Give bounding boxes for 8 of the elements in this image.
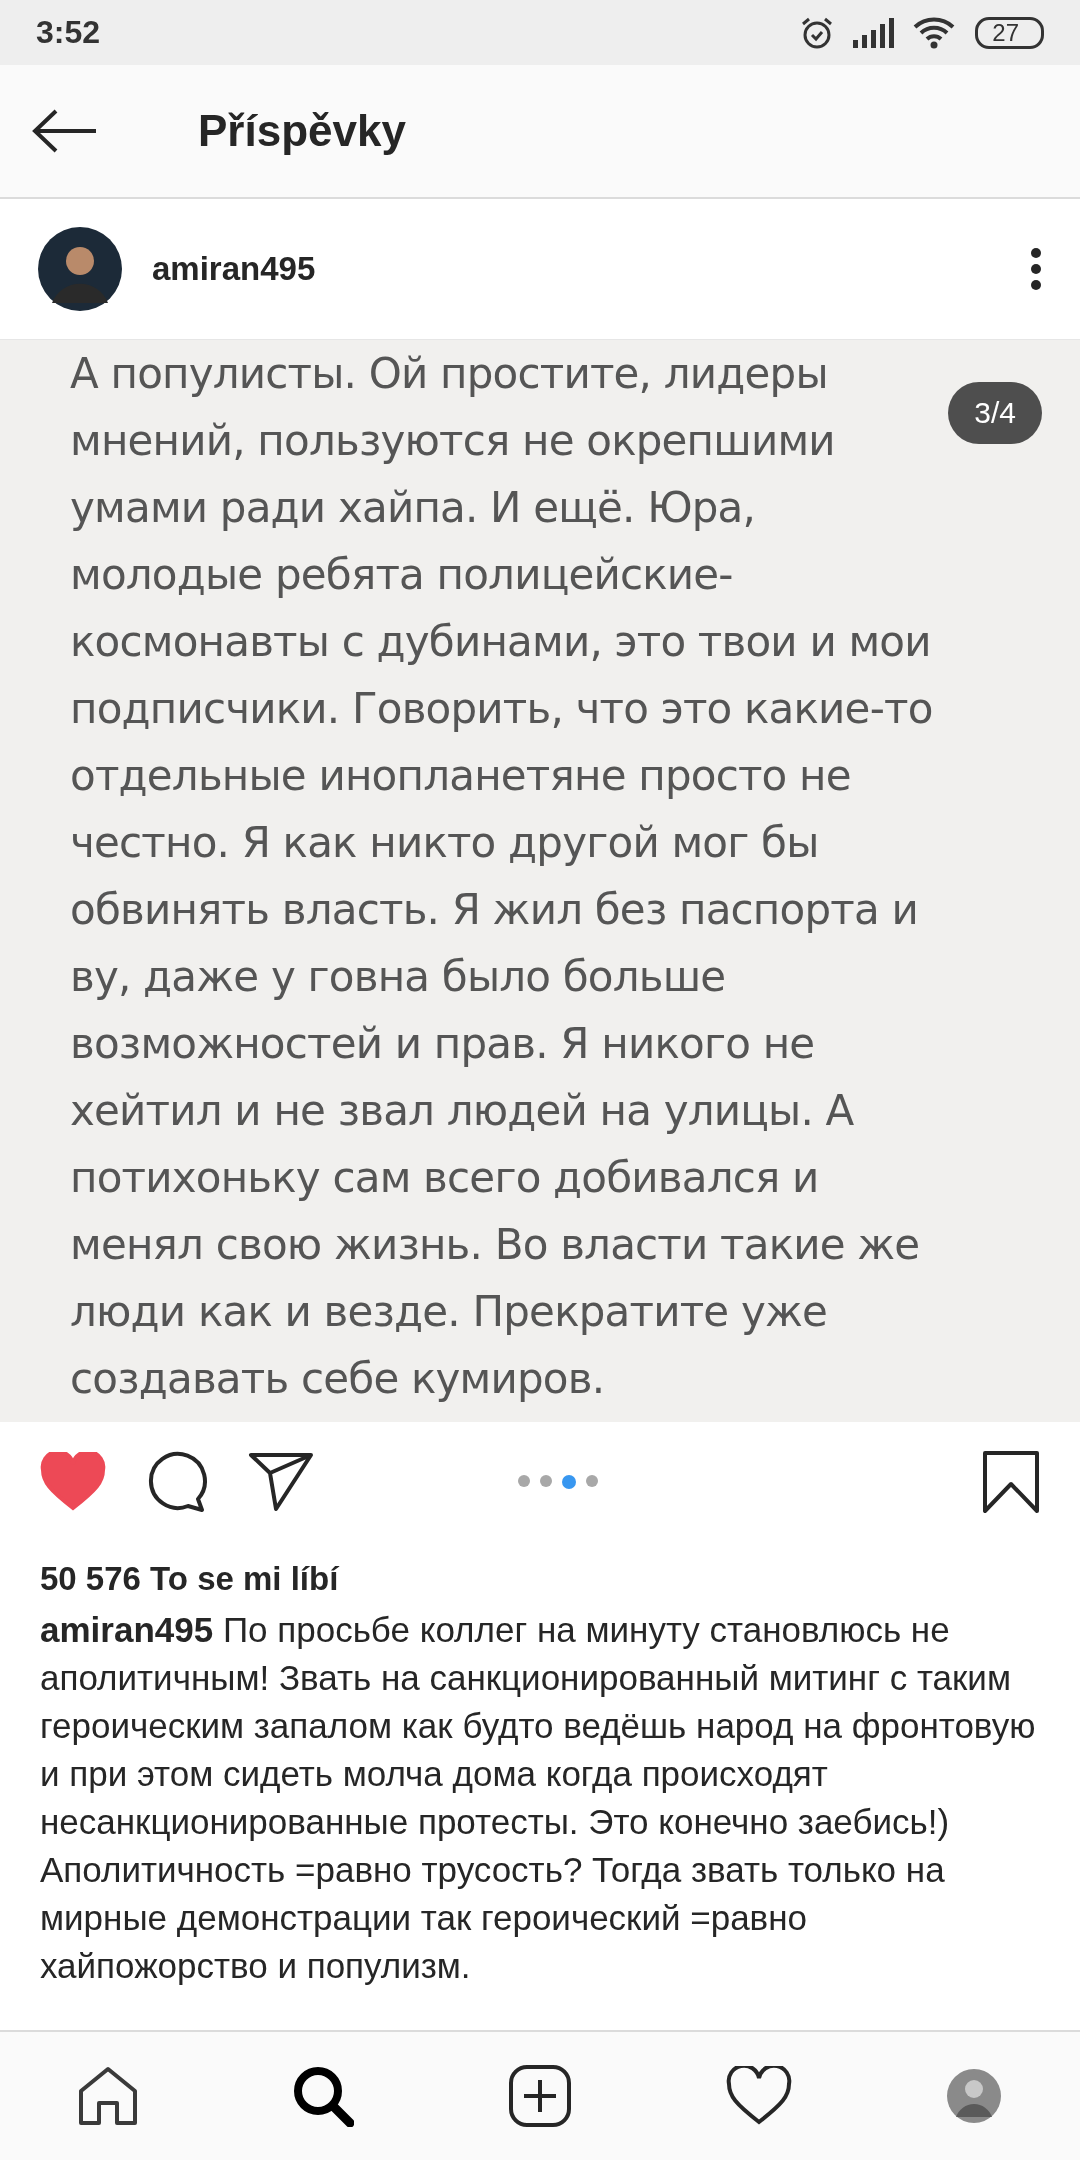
page-title: Příspěvky xyxy=(198,106,406,156)
post-caption: amiran495 По просьбе коллег на минуту становлюсь не аполитичным! Звать на санкционированный митинг с таким героическим запалом как будто ведёшь народ на фронтовую и при этом сидеть молча дома когда происходят несанкционированные протесты. Это конечно заебись!) Аполитичность =равно трусость? Тогда звать только на мирные демонстрации так героический =равно хайпожорство и популизм. xyxy=(39,1609,1037,1987)
clock-time: 3:52 xyxy=(36,14,101,51)
page-counter: 3/4 xyxy=(948,382,1042,444)
username[interactable]: amiran495 xyxy=(152,250,1030,288)
battery-indicator: 27 xyxy=(975,16,1044,49)
like-count[interactable]: 50 576 To se mi líbí xyxy=(0,1542,1080,1598)
post-text: А популисты. Ой простите, лидеры мнений, пользуются не окрепшими умами ради хайпа. И ещё. Юра, молодые ребята полицейские- космонавты с дубинами, это твои и мои подписчики. Говорить, что это какие-то отдельные инопланетяне просто не честно. Я как никто другой мог бы обвинять власть. Я жил без паспорта и ву, даже у говна было больше возможностей и прав. Я никого не хейтил и не звал людей на улицы. А потихоньку сам всего добивался и менял свою жизнь. Во власти такие же люди как и везде. Прекратите уже создавать себе кумиров. xyxy=(70,348,933,1405)
